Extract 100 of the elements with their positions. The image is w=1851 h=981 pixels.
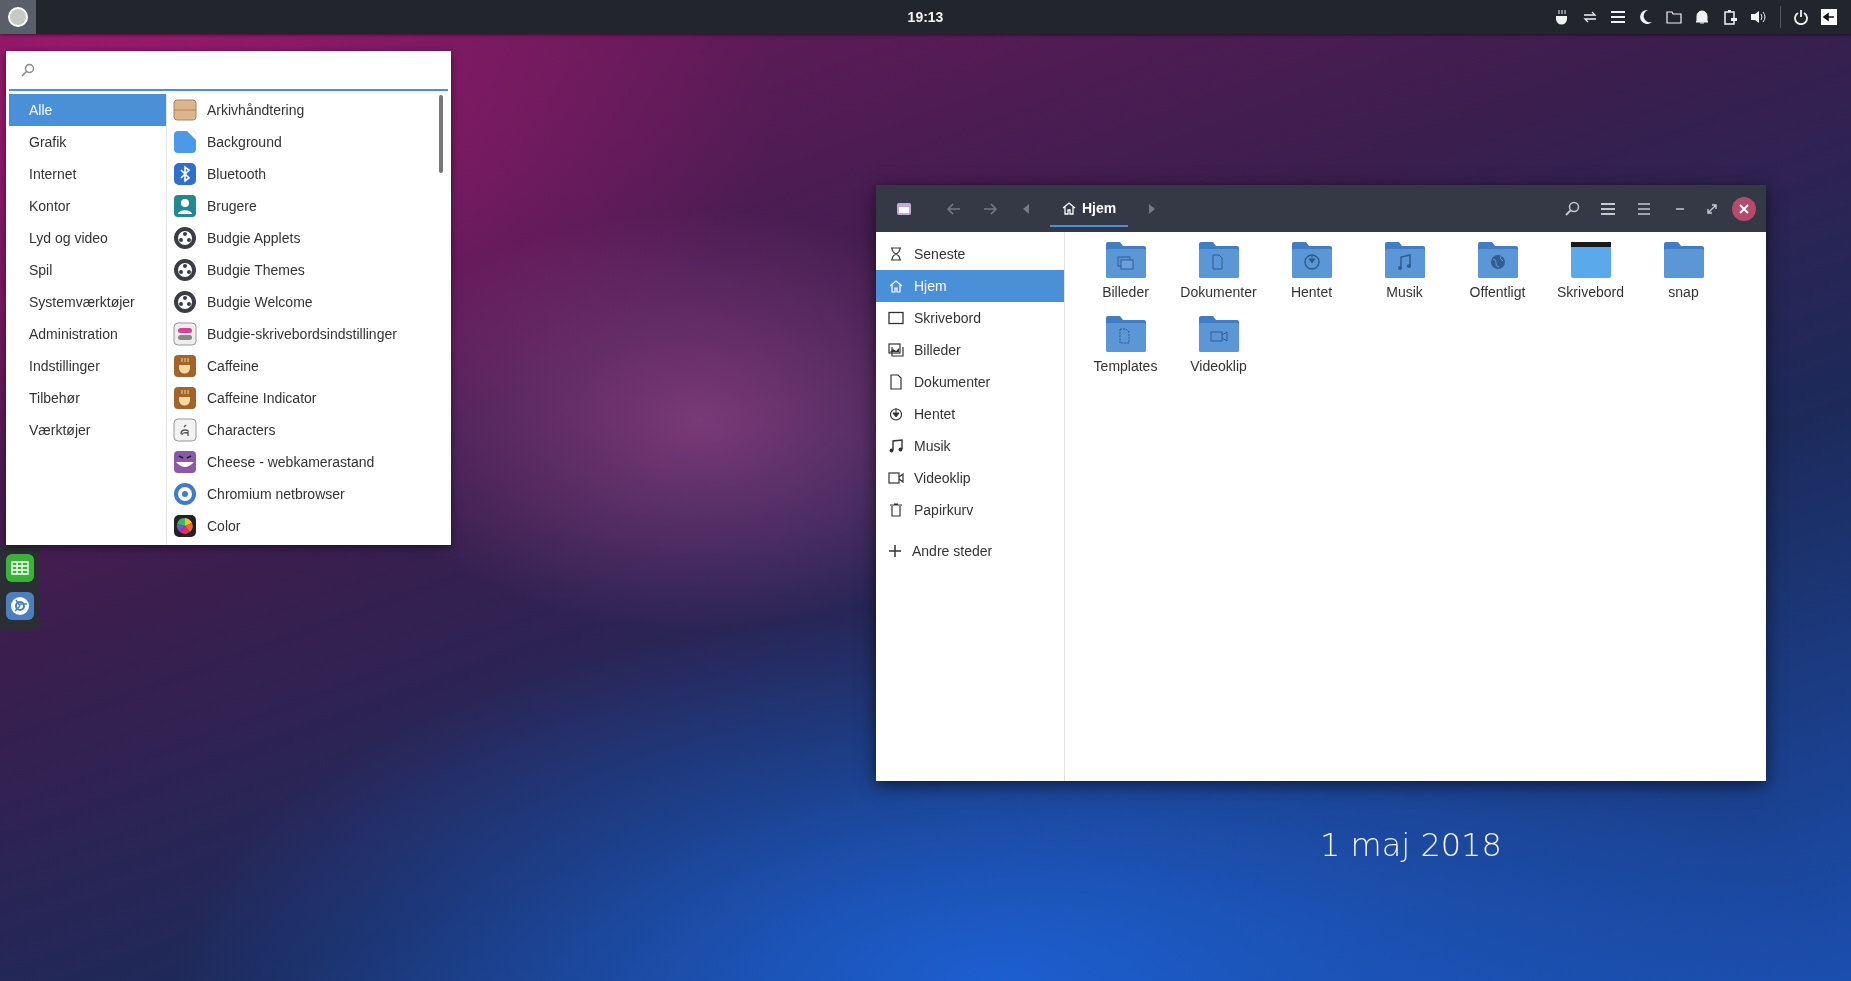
music-note-icon (888, 439, 904, 453)
ball-icon (173, 226, 197, 250)
file-manager-icon (896, 200, 912, 217)
arrow-left-icon (946, 200, 962, 217)
other-places-item[interactable]: Andre steder (876, 535, 1064, 567)
screen-icon (888, 311, 904, 325)
app-item[interactable]: Budgie Themes (173, 254, 442, 286)
app-item[interactable]: Background (173, 126, 442, 158)
category-item[interactable]: Spil (9, 254, 166, 286)
bell-icon (1694, 9, 1710, 25)
menu-button[interactable] (0, 0, 36, 34)
sidebar-item[interactable]: Dokumenter (876, 366, 1064, 398)
spreadsheet-icon (6, 554, 34, 582)
desktop-folder-icon (1568, 240, 1613, 280)
sidebar-item[interactable]: Videoklip (876, 462, 1064, 494)
desktop-date: 1 maj 2018 (1320, 826, 1502, 864)
category-item[interactable]: Værktøjer (9, 414, 166, 446)
folder-icon (1475, 240, 1520, 280)
category-item[interactable]: Lyd og video (9, 222, 166, 254)
sidebar-item[interactable]: Seneste (876, 238, 1064, 270)
category-item[interactable]: Systemværktøjer (9, 286, 166, 318)
folder-item[interactable]: Skrivebord (1544, 240, 1637, 300)
folder-icon (1661, 240, 1706, 280)
close-button[interactable] (1732, 196, 1756, 221)
app-item[interactable]: Budgie Welcome (173, 286, 442, 318)
folder-item[interactable]: Billeder (1079, 240, 1172, 300)
circle-icon (7, 6, 29, 28)
search-icon (21, 63, 35, 77)
coffee-cup-icon (173, 354, 197, 378)
category-item[interactable]: Indstillinger (9, 350, 166, 382)
folder-item[interactable]: snap (1637, 240, 1730, 300)
folder-item[interactable]: Templates (1079, 314, 1172, 374)
search-icon (1564, 200, 1580, 217)
sidebar-item[interactable]: Papirkurv (876, 494, 1064, 526)
sidebar-item[interactable]: Billeder (876, 334, 1064, 366)
wallpaper-icon (173, 130, 197, 154)
app-item[interactable]: Brugere (173, 190, 442, 222)
folder-icon (1196, 314, 1241, 354)
app-item[interactable]: Budgie Applets (173, 222, 442, 254)
home-icon (1062, 200, 1076, 215)
close-icon (1739, 203, 1749, 214)
ball-icon (173, 258, 197, 282)
sidebar-item[interactable]: Hentet (876, 398, 1064, 430)
app-item[interactable]: Bluetooth (173, 158, 442, 190)
folder-icon (1382, 240, 1427, 280)
app-item[interactable]: Budgie-skrivebordsindstillinger (173, 318, 442, 350)
sidebar-item[interactable]: Skrivebord (876, 302, 1064, 334)
category-item[interactable]: Internet (9, 158, 166, 190)
ball-icon (173, 290, 197, 314)
folder-item[interactable]: Hentet (1265, 240, 1358, 300)
app-item[interactable]: Chromium netbrowser (173, 478, 442, 510)
folder-icon (1666, 9, 1682, 25)
folder-icon (1289, 240, 1334, 280)
category-item[interactable]: Tilbehør (9, 382, 166, 414)
document-icon (888, 374, 904, 390)
coffee-cup-icon (173, 386, 197, 410)
swap-arrows-icon (1582, 9, 1598, 25)
app-item[interactable]: Caffeine Indicator (173, 382, 442, 414)
folder-item[interactable]: Dokumenter (1172, 240, 1265, 300)
app-item[interactable]: Cheese - webkamerastand (173, 446, 442, 478)
browser-icon (6, 592, 34, 620)
folder-icon (1103, 314, 1148, 354)
pictures-icon (888, 343, 904, 357)
box-icon (173, 98, 197, 122)
video-camera-icon (888, 471, 904, 485)
folder-item[interactable]: Videoklip (1172, 314, 1265, 374)
user-icon (173, 194, 197, 218)
folder-icon (1103, 240, 1148, 280)
category-item[interactable]: Kontor (9, 190, 166, 222)
clock: 19:13 (907, 9, 944, 25)
minimize-icon (1675, 207, 1685, 210)
grin-face-icon (173, 450, 197, 474)
folder-item[interactable]: Offentligt (1451, 240, 1544, 300)
logout-icon (1821, 9, 1837, 25)
plus-icon (888, 544, 902, 558)
category-item[interactable]: Grafik (9, 126, 166, 158)
bluetooth-icon (173, 162, 197, 186)
path-button[interactable]: Hjem (1050, 190, 1129, 227)
scrollbar[interactable] (439, 95, 443, 173)
caret-right-icon (1148, 203, 1157, 214)
menu-icon (1637, 201, 1651, 216)
home-icon (888, 279, 904, 293)
speaker-icon (1750, 9, 1768, 25)
arrow-right-icon (982, 200, 998, 217)
browser-icon (173, 482, 197, 506)
trash-icon (888, 503, 904, 517)
moon-icon (1638, 9, 1654, 25)
app-item[interactable]: Characters (173, 414, 442, 446)
download-icon (888, 407, 904, 421)
expand-icon (1707, 203, 1717, 214)
folder-item[interactable]: Musik (1358, 240, 1451, 300)
app-item[interactable]: Caffeine (173, 350, 442, 382)
app-item[interactable]: Arkivhåndtering (173, 94, 442, 126)
hourglass-icon (888, 247, 904, 261)
category-item[interactable]: Administration (9, 318, 166, 350)
caret-left-icon (1022, 203, 1030, 214)
app-item[interactable]: Color (173, 510, 442, 542)
folder-icon (1196, 240, 1241, 280)
sidebar-item[interactable]: Musik (876, 430, 1064, 462)
color-wheel-icon (173, 514, 197, 538)
